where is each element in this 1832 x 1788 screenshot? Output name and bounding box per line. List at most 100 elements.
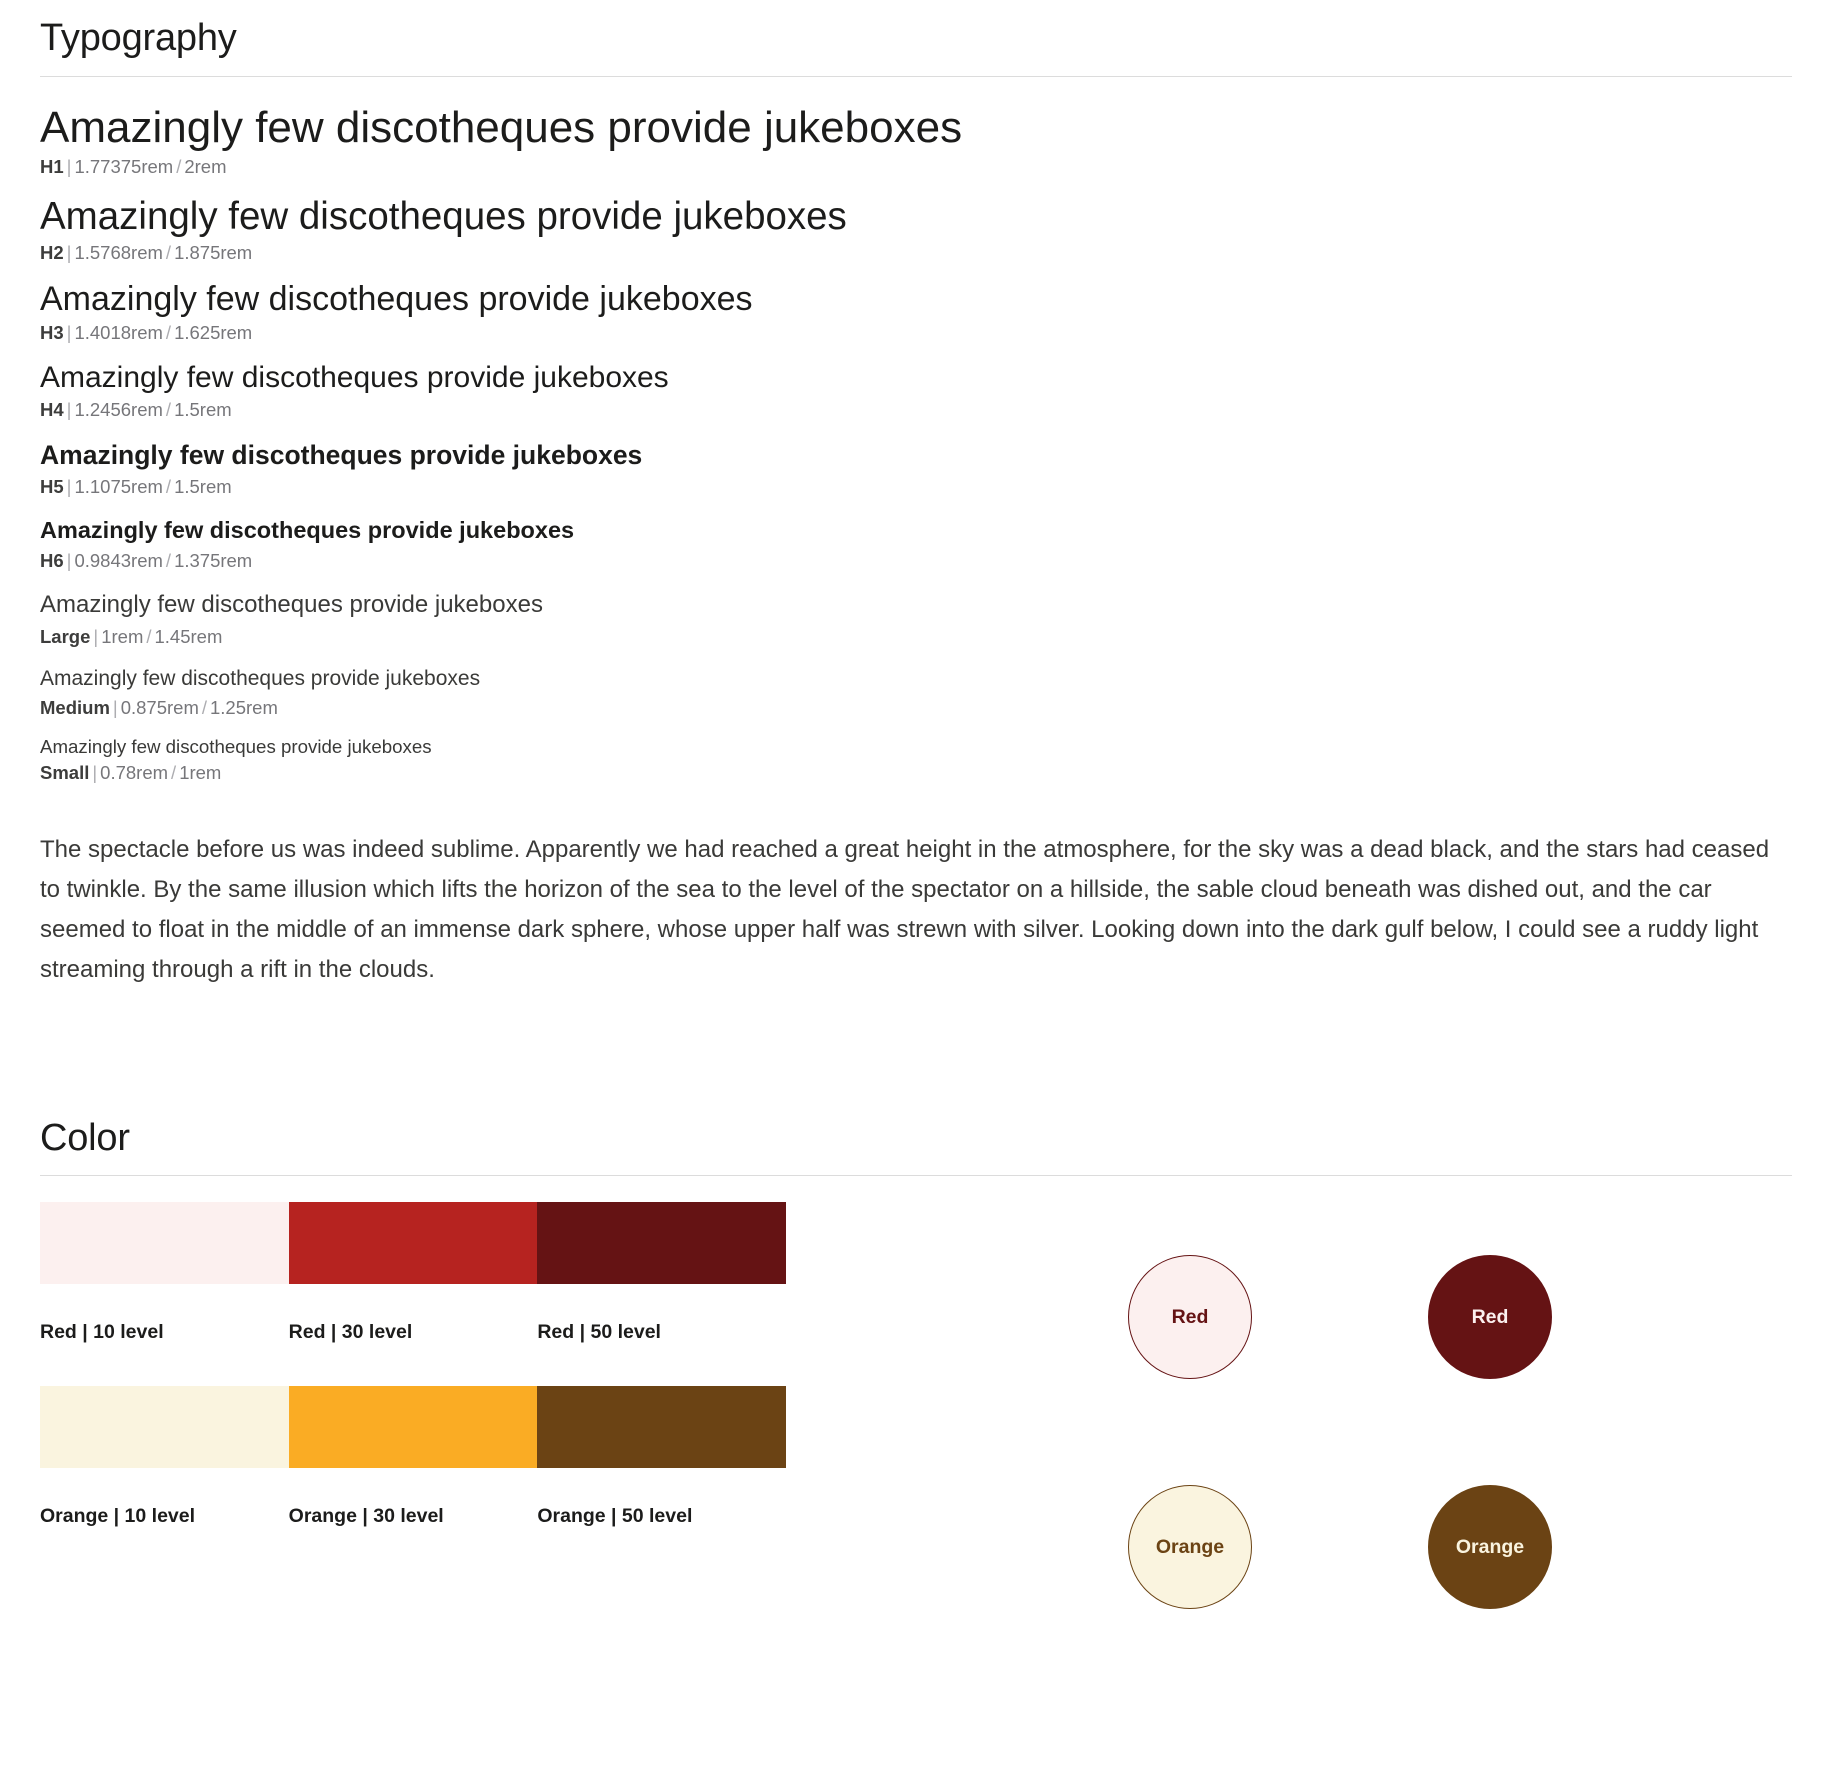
specimen-meta-name: H6 xyxy=(40,549,64,571)
specimen-meta-line-height: 1.5rem xyxy=(174,398,232,420)
color-ramp-list: Red | 10 level Red | 30 level Red | 50 l… xyxy=(40,1202,1040,1528)
specimen-meta-small: Small | 0.78rem/1rem xyxy=(40,759,1792,786)
specimen-meta-slash: / xyxy=(201,696,207,718)
specimen-meta-separator: | xyxy=(66,155,72,177)
color-swatch-label-red-10: Red | 10 level xyxy=(40,1321,164,1344)
specimen-meta-name: H1 xyxy=(40,155,64,177)
specimen-meta-size: 1.5768rem xyxy=(74,241,163,263)
body-copy-paragraph: The spectacle before us was indeed subli… xyxy=(40,835,1770,983)
color-circle-label: Red xyxy=(1171,1305,1209,1328)
specimen-meta-line-height: 1.625rem xyxy=(174,321,253,343)
specimen-meta-size: 1.4018rem xyxy=(74,321,163,343)
color-swatch-label-orange-50: Orange | 50 level xyxy=(537,1505,693,1528)
specimen-meta-h1: H1 | 1.77375rem/2rem xyxy=(40,153,1792,180)
specimen-meta-size: 1.1075rem xyxy=(74,475,163,497)
color-section-title: Color xyxy=(40,1116,130,1159)
specimen-meta-line-height: 1.875rem xyxy=(174,241,253,263)
specimen-meta-separator: | xyxy=(112,696,118,718)
specimen-meta-slash: / xyxy=(165,321,172,343)
color-circle-list: Red Red Orange Orange xyxy=(1040,1202,1792,1662)
color-circle-cell: Red xyxy=(1340,1255,1640,1380)
color-circle-row-orange: Orange Orange xyxy=(1040,1432,1792,1662)
color-swatch-orange-10[interactable] xyxy=(40,1386,289,1469)
specimen-meta-size: 1rem xyxy=(101,625,144,647)
specimen-meta-size: 1.2456rem xyxy=(74,398,163,420)
specimen-meta-slash: / xyxy=(165,475,172,497)
specimen-meta-size: 0.9843rem xyxy=(74,549,163,571)
specimen-h4: Amazingly few discotheques provide jukeb… xyxy=(40,360,669,394)
color-swatch-red-50[interactable] xyxy=(537,1202,787,1285)
type-row-h3: Amazingly few discotheques provide jukeb… xyxy=(40,280,1792,346)
specimen-meta-line-height: 1.25rem xyxy=(210,696,278,718)
type-row-h2: Amazingly few discotheques provide jukeb… xyxy=(40,194,1792,266)
specimen-meta-h3: H3 | 1.4018rem/1.625rem xyxy=(40,319,1792,346)
color-ramp-labels: Orange | 10 level Orange | 30 level Oran… xyxy=(40,1504,786,1528)
specimen-meta-slash: / xyxy=(165,398,172,420)
specimen-meta-name: H4 xyxy=(40,398,64,420)
specimen-meta-h4: H4 | 1.2456rem/1.5rem xyxy=(40,396,1792,423)
color-swatch-orange-30[interactable] xyxy=(288,1386,538,1469)
specimen-meta-name: Large xyxy=(40,625,91,647)
color-circle-orange-dark[interactable]: Orange xyxy=(1428,1485,1552,1610)
color-swatch-label-orange-30: Orange | 30 level xyxy=(288,1505,444,1528)
color-circle-cell: Red xyxy=(1040,1255,1340,1380)
typography-specimen-list: Amazingly few discotheques provide jukeb… xyxy=(40,103,1792,786)
specimen-meta-size: 0.78rem xyxy=(100,761,169,783)
specimen-meta-slash: / xyxy=(176,155,182,177)
color-circle-label: Orange xyxy=(1155,1535,1225,1558)
color-circle-label: Red xyxy=(1471,1305,1509,1328)
specimen-meta-separator: | xyxy=(66,398,72,420)
color-circle-label: Orange xyxy=(1455,1535,1525,1558)
color-ramp-labels: Red | 10 level Red | 30 level Red | 50 l… xyxy=(40,1320,786,1344)
color-circle-cell: Orange xyxy=(1040,1485,1340,1610)
specimen-meta-name: Small xyxy=(40,761,90,783)
specimen-meta-separator: | xyxy=(92,761,98,783)
specimen-medium: Amazingly few discotheques provide jukeb… xyxy=(40,666,481,690)
specimen-meta-h6: H6 | 0.9843rem/1.375rem xyxy=(40,547,1792,574)
specimen-h6: Amazingly few discotheques provide jukeb… xyxy=(40,516,575,543)
specimen-meta-h5: H5 | 1.1075rem/1.5rem xyxy=(40,473,1792,500)
specimen-meta-separator: | xyxy=(93,625,99,647)
typography-section-title: Typography xyxy=(40,17,237,59)
color-ramp-bars xyxy=(40,1386,787,1469)
color-section-divider xyxy=(40,1175,1792,1177)
specimen-meta-medium: Medium | 0.875rem/1.25rem xyxy=(40,694,1792,721)
specimen-meta-name: Medium xyxy=(40,696,110,718)
type-row-large: Amazingly few discotheques provide jukeb… xyxy=(40,588,1792,650)
color-swatch-orange-50[interactable] xyxy=(537,1386,787,1469)
specimen-meta-size: 1.77375rem xyxy=(74,155,174,177)
specimen-h3: Amazingly few discotheques provide jukeb… xyxy=(40,279,753,318)
specimen-meta-separator: | xyxy=(66,549,72,571)
typography-section: Typography Amazingly few discotheques pr… xyxy=(40,0,1792,990)
color-swatch-red-10[interactable] xyxy=(40,1202,289,1285)
specimen-meta-name: H3 xyxy=(40,321,64,343)
type-row-medium: Amazingly few discotheques provide jukeb… xyxy=(40,664,1792,721)
specimen-meta-separator: | xyxy=(66,241,72,263)
specimen-h2: Amazingly few discotheques provide jukeb… xyxy=(40,194,847,238)
specimen-meta-line-height: 2rem xyxy=(184,155,227,177)
type-row-small: Amazingly few discotheques provide jukeb… xyxy=(40,735,1792,786)
type-row-h6: Amazingly few discotheques provide jukeb… xyxy=(40,514,1792,574)
color-circle-red-dark[interactable]: Red xyxy=(1428,1255,1552,1380)
specimen-meta-line-height: 1.45rem xyxy=(154,625,223,647)
color-swatch-label-orange-10: Orange | 10 level xyxy=(40,1505,196,1528)
specimen-meta-name: H5 xyxy=(40,475,64,497)
color-swatch-label-red-30: Red | 30 level xyxy=(288,1321,413,1344)
color-ramp-orange: Orange | 10 level Orange | 30 level Oran… xyxy=(40,1386,1040,1528)
specimen-meta-line-height: 1.5rem xyxy=(174,475,232,497)
color-circle-red-light[interactable]: Red xyxy=(1128,1255,1252,1380)
color-circle-orange-light[interactable]: Orange xyxy=(1128,1485,1252,1610)
color-circle-cell: Orange xyxy=(1340,1485,1640,1610)
color-swatch-area: Red | 10 level Red | 30 level Red | 50 l… xyxy=(40,1202,1792,1662)
color-ramp-red: Red | 10 level Red | 30 level Red | 50 l… xyxy=(40,1202,1040,1344)
color-swatch-label-red-50: Red | 50 level xyxy=(537,1321,661,1344)
color-swatch-red-30[interactable] xyxy=(288,1202,538,1285)
specimen-meta-slash: / xyxy=(165,549,172,571)
type-row-h4: Amazingly few discotheques provide jukeb… xyxy=(40,360,1792,423)
type-row-h5: Amazingly few discotheques provide jukeb… xyxy=(40,437,1792,500)
specimen-meta-name: H2 xyxy=(40,241,64,263)
color-section: Color Red | 10 level Red | 30 level Red … xyxy=(40,1100,1792,1663)
specimen-h1: Amazingly few discotheques provide jukeb… xyxy=(40,102,963,152)
specimen-large: Amazingly few discotheques provide jukeb… xyxy=(40,590,543,618)
typography-section-divider xyxy=(40,75,1792,77)
